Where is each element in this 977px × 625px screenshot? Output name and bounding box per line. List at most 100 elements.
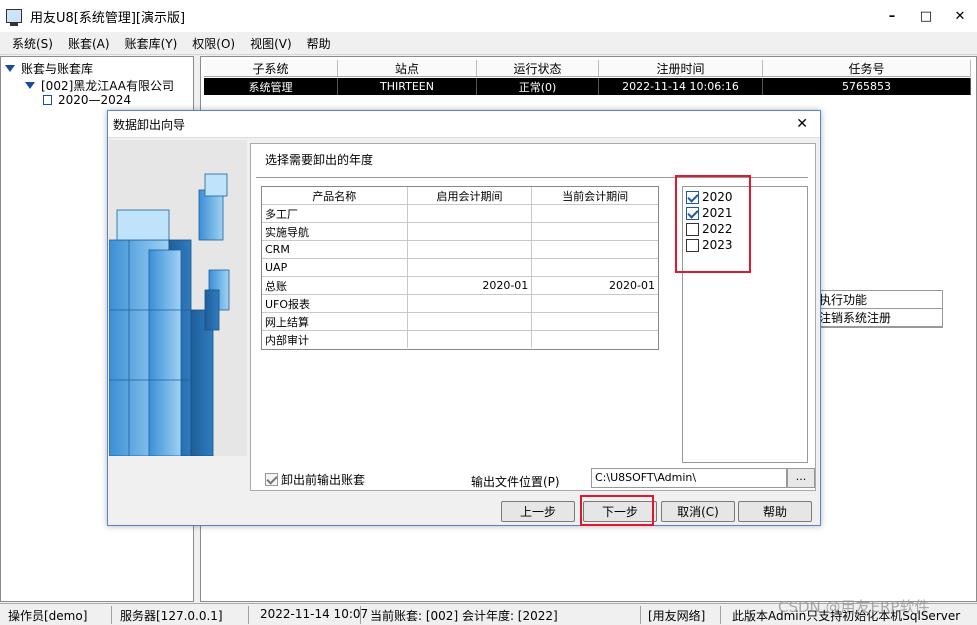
export-before-option[interactable]: 卸出前输出账套 — [265, 471, 365, 488]
product-name: 实施导航 — [262, 223, 408, 240]
app-monitor-icon — [6, 9, 22, 26]
menu-system[interactable]: 系统(S) — [12, 35, 53, 52]
header-product-name: 产品名称 — [262, 187, 408, 204]
product-name: 内部审计 — [262, 331, 408, 348]
grid-header: 子系统 站点 运行状态 注册时间 任务号 — [204, 60, 971, 77]
grid-header-site: 站点 — [338, 60, 477, 77]
dialog-title-bar: 数据卸出向导 — [108, 111, 820, 138]
current-period — [532, 223, 658, 240]
output-path-field[interactable]: C:\U8SOFT\Admin\ — [591, 468, 787, 488]
start-period — [408, 259, 533, 276]
start-period — [408, 313, 533, 330]
status-server: 服务器[127.0.0.1] — [120, 609, 223, 623]
wizard-illustration — [108, 140, 247, 457]
status-divider — [640, 606, 641, 624]
menu-help[interactable]: 帮助 — [307, 35, 331, 52]
cancel-button[interactable]: 取消(C) — [661, 501, 735, 522]
menu-permission[interactable]: 权限(O) — [192, 35, 235, 52]
current-period — [532, 205, 658, 222]
status-divider — [360, 606, 361, 624]
table-row[interactable]: UFO报表 — [262, 295, 658, 313]
product-name: UFO报表 — [262, 295, 408, 312]
window-title-bar: 用友U8[系统管理][演示版] – □ ✕ — [0, 0, 977, 32]
tree-company[interactable]: [002]黑龙江AA有限公司 — [25, 77, 174, 94]
function-list: 执行功能 注销系统注册 — [805, 290, 943, 328]
current-period — [532, 313, 658, 330]
grid-header-register-time: 注册时间 — [599, 60, 763, 77]
tree-year-range-label: 2020—2024 — [58, 93, 132, 107]
expand-icon[interactable] — [5, 65, 15, 72]
table-row[interactable]: 总账 2020-01 2020-01 — [262, 277, 658, 295]
section-title: 选择需要卸出的年度 — [265, 153, 374, 167]
table-row[interactable]: 内部审计 — [262, 331, 658, 349]
dialog-close-icon[interactable]: ✕ — [796, 116, 808, 132]
checkbox-checked-icon[interactable] — [265, 473, 278, 486]
start-period — [408, 241, 533, 258]
start-period — [408, 223, 533, 240]
menu-bar: 系统(S) 账套(A) 账套库(Y) 权限(O) 视图(V) 帮助 — [0, 32, 977, 55]
product-table-header: 产品名称 启用会计期间 当前会计期间 — [262, 187, 658, 205]
grid-header-status: 运行状态 — [477, 60, 599, 77]
product-name: 多工厂 — [262, 205, 408, 222]
cell-subsystem: 系统管理 — [204, 78, 338, 95]
tree-year-range[interactable]: 2020—2024 — [43, 93, 131, 107]
window-title: 用友U8[系统管理][演示版] — [30, 10, 186, 26]
year-highlight-box — [675, 175, 751, 273]
table-row[interactable]: 系统管理 THIRTEEN 正常(0) 2022-11-14 10:06:16 … — [204, 78, 971, 95]
close-button[interactable]: ✕ — [943, 0, 977, 32]
expand-icon[interactable] — [25, 82, 35, 89]
cell-site: THIRTEEN — [338, 78, 477, 95]
header-current-period: 当前会计期间 — [562, 189, 629, 203]
minimize-button[interactable]: – — [875, 0, 909, 32]
menu-account-library[interactable]: 账套库(Y) — [125, 35, 178, 52]
header-start-period: 启用会计期间 — [408, 187, 533, 204]
prev-button[interactable]: 上一步 — [501, 501, 575, 522]
start-period — [408, 331, 533, 348]
cubes-illustration-icon — [108, 173, 230, 457]
product-name: CRM — [262, 241, 408, 258]
current-period — [532, 331, 658, 348]
cell-status: 正常(0) — [477, 78, 599, 95]
table-row[interactable]: CRM — [262, 241, 658, 259]
table-row[interactable]: 网上结算 — [262, 313, 658, 331]
list-item-logout-register[interactable]: 注销系统注册 — [806, 309, 942, 327]
current-period — [532, 295, 658, 312]
output-location-label: 输出文件位置(P) — [471, 475, 560, 489]
maximize-button[interactable]: □ — [909, 0, 943, 32]
browse-button[interactable]: ... — [787, 468, 815, 488]
table-row[interactable]: 多工厂 — [262, 205, 658, 223]
start-period: 2020-01 — [408, 277, 533, 294]
tree-root-label: 账套与账套库 — [21, 62, 94, 76]
watermark: CSDN @用友ERP软件 — [778, 598, 930, 616]
cell-task-id: 5765853 — [763, 78, 971, 95]
menu-view[interactable]: 视图(V) — [250, 35, 292, 52]
product-name: 网上结算 — [262, 313, 408, 330]
menu-account[interactable]: 账套(A) — [68, 35, 110, 52]
calendar-icon — [43, 95, 52, 105]
cell-register-time: 2022-11-14 10:06:16 — [599, 78, 763, 95]
tree-company-label: [002]黑龙江AA有限公司 — [41, 79, 175, 93]
status-network: [用友网络] — [648, 609, 706, 623]
status-divider — [720, 606, 721, 624]
window-controls: – □ ✕ — [875, 0, 977, 32]
grid-header-task-id: 任务号 — [763, 60, 971, 77]
product-table: 产品名称 启用会计期间 当前会计期间 多工厂 实施导航 CRM UAP 总账 20… — [261, 186, 659, 350]
tree-root[interactable]: 账套与账套库 — [5, 60, 93, 77]
status-divider — [248, 606, 249, 624]
dialog-title: 数据卸出向导 — [113, 117, 186, 132]
status-divider — [111, 606, 112, 624]
product-name: 总账 — [262, 277, 408, 294]
list-item-execute[interactable]: 执行功能 — [806, 291, 942, 309]
status-current-account: 当前账套: [002] 会计年度: [2022] — [370, 609, 558, 623]
current-period — [532, 241, 658, 258]
status-operator: 操作员[demo] — [8, 609, 88, 623]
table-row[interactable]: 实施导航 — [262, 223, 658, 241]
current-period — [532, 259, 658, 276]
grid-header-subsystem: 子系统 — [204, 60, 338, 77]
current-period: 2020-01 — [609, 279, 655, 292]
table-row[interactable]: UAP — [262, 259, 658, 277]
start-period — [408, 295, 533, 312]
product-name: UAP — [262, 259, 408, 276]
help-button[interactable]: 帮助 — [738, 501, 812, 522]
export-before-label: 卸出前输出账套 — [281, 473, 366, 487]
